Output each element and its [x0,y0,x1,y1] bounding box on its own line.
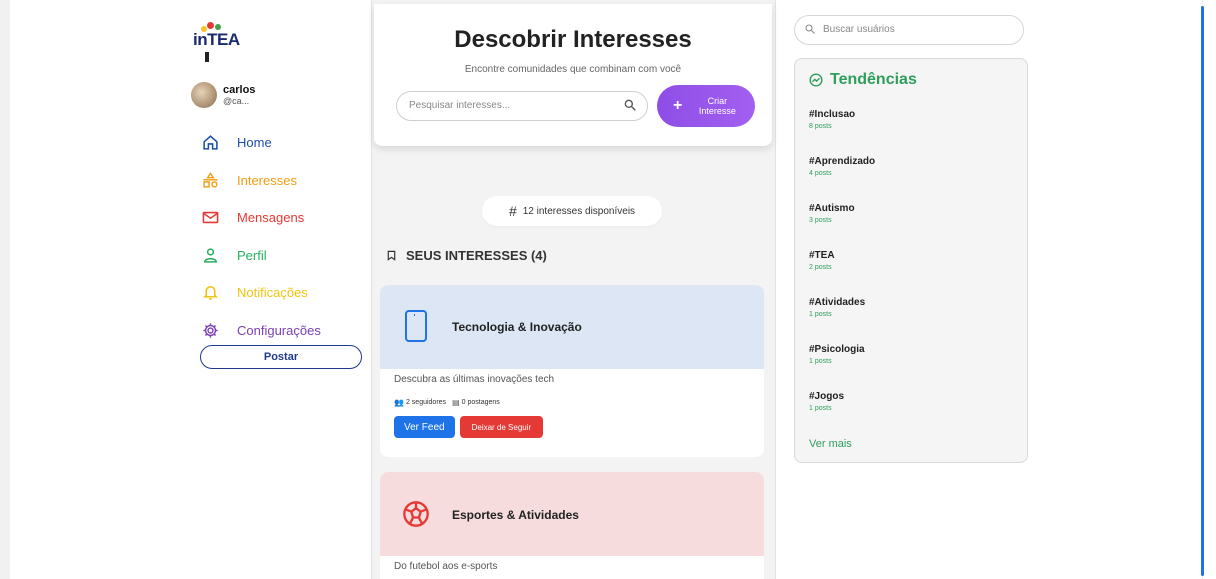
logo-word: inTEA [193,30,240,50]
user-search-placeholder: Buscar usuários [823,24,895,35]
nav-label: Perfil [237,247,267,263]
trends-title-text: Tendências [830,71,917,88]
interest-banner[interactable]: Tecnologia & Inovação [380,285,764,369]
user-name: carlos [223,84,256,96]
trends-title: Tendências [809,71,917,89]
trend-tag: #Inclusao [809,109,856,120]
nav-label: Mensagens [237,210,305,226]
hash-icon: # [508,203,517,219]
sidebar: inTEA carlos @ca... Home Interesses Mens… [185,0,370,579]
trend-item[interactable]: #TEA 2 posts [809,250,835,271]
interests-count-text: 12 interesses disponíveis [522,205,636,217]
page-title: Descobrir Interesses [454,26,692,53]
posts-count: 0 postagens [461,399,500,406]
nav-label: Interesses [237,172,297,188]
trend-count: 8 posts [809,123,832,130]
app-logo[interactable]: inTEA [193,18,263,64]
trend-count: 1 posts [809,405,832,412]
page: inTEA carlos @ca... Home Interesses Mens… [0,0,1216,579]
trend-tag: #Psicologia [809,344,865,355]
trend-tag: #Aprendizado [809,156,876,167]
home-icon [199,134,221,152]
page-subtitle: Encontre comunidades que combinam com vo… [464,64,682,75]
comment-icon: ▤ [452,398,460,407]
logo-dot [207,22,214,29]
left-gutter [0,0,10,579]
discover-header: Descobrir Interesses Encontre comunidade… [374,4,772,146]
user-handle: @ca... [223,96,250,106]
trend-tag: #TEA [809,250,835,261]
nav-item-home[interactable]: Home [199,124,369,162]
user-search-input[interactable]: Buscar usuários [794,15,1024,45]
trending-icon [809,73,823,87]
logo-word-tea: TEA [207,30,240,49]
unfollow-button[interactable]: Deixar de Seguir [459,416,544,438]
trend-item[interactable]: #Jogos 1 posts [809,391,844,412]
trend-count: 3 posts [809,217,832,224]
nav-label: Notificações [237,285,308,301]
search-icon [805,24,815,34]
main-content: Descobrir Interesses Encontre comunidade… [371,0,776,579]
nav-item-perfil[interactable]: Perfil [199,237,369,275]
plus-icon: + [673,97,683,114]
trends-panel: Tendências #Inclusao 8 posts #Aprendizad… [794,58,1028,463]
post-button[interactable]: Postar [200,345,362,369]
followers-count: 2 seguidores [405,399,447,406]
trend-tag: #Jogos [809,391,845,402]
trend-count: 1 posts [809,358,832,365]
search-placeholder: Pesquisar interesses... [409,100,511,111]
search-icon[interactable] [623,98,637,112]
main-nav: Home Interesses Mensagens Perfil Notific… [199,124,369,349]
interest-description: Descubra as últimas inovações tech [394,374,555,385]
user-profile-summary[interactable]: carlos @ca... [191,82,361,112]
trend-item[interactable]: #Aprendizado 4 posts [809,156,875,177]
bell-icon [199,284,221,302]
interest-title: Esportes & Atividades [452,508,579,522]
trend-count: 1 posts [809,311,832,318]
interest-banner[interactable]: Esportes & Atividades [380,472,764,556]
bookmark-icon [387,250,396,261]
logo-bar [205,52,209,62]
user-icon [199,246,221,264]
trend-item[interactable]: #Atividades 1 posts [809,297,865,318]
phone-icon [405,310,427,342]
scrollbar-thumb[interactable] [1201,6,1204,576]
interest-card: Tecnologia & Inovação Descubra as última… [380,285,764,457]
nav-item-configuracoes[interactable]: Configurações [199,312,369,350]
avatar[interactable] [191,82,217,108]
nav-label: Configurações [237,322,321,338]
section-title-text: SEUS INTERESSES (4) [406,248,547,263]
users-icon: 👥 [394,398,404,407]
create-interest-button[interactable]: + Criar Interesse [657,85,755,127]
interest-actions: Ver Feed Deixar de Seguir [380,407,764,438]
interest-title: Tecnologia & Inovação [452,320,582,334]
gear-icon [199,321,221,339]
see-more-link[interactable]: Ver mais [809,438,852,450]
mail-icon [199,209,221,227]
trend-count: 2 posts [809,264,832,271]
trend-count: 4 posts [809,170,832,177]
trend-item[interactable]: #Inclusao 8 posts [809,109,855,130]
nav-label: Home [237,135,272,151]
view-feed-button[interactable]: Ver Feed [394,416,455,438]
trend-tag: #Atividades [809,297,866,308]
interest-card: Esportes & Atividades Do futebol aos e-s… [380,472,764,579]
nav-item-mensagens[interactable]: Mensagens [199,199,369,237]
search-interests-input[interactable]: Pesquisar interesses... [396,91,648,121]
interest-stats: 👥 2 seguidores ▤ 0 postagens [380,385,764,407]
create-interest-label: Criar Interesse [698,96,736,116]
nav-item-interesses[interactable]: Interesses [199,162,369,200]
interests-count-badge: # 12 interesses disponíveis [482,196,662,226]
trend-tag: #Autismo [809,203,855,214]
interest-description: Do futebol aos e-sports [394,561,498,572]
shapes-icon [199,171,221,189]
section-title: SEUS INTERESSES (4) [386,248,547,263]
ball-icon [403,501,429,527]
nav-item-notificacoes[interactable]: Notificações [199,274,369,312]
scrollbar-track[interactable] [1202,0,1216,579]
logo-word-in: in [193,30,208,49]
trend-item[interactable]: #Psicologia 1 posts [809,344,865,365]
trend-item[interactable]: #Autismo 3 posts [809,203,855,224]
